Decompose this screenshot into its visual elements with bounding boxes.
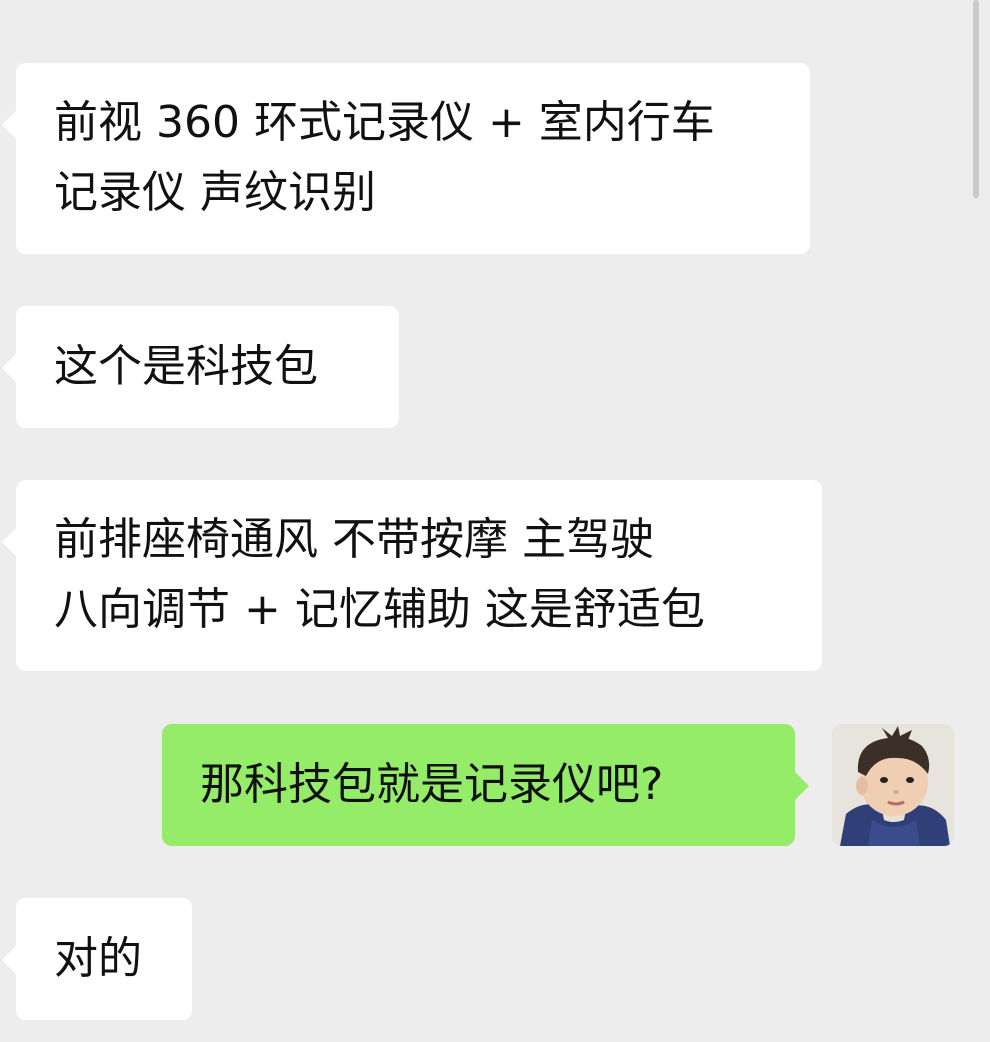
- incoming-message-bubble[interactable]: 对的: [2, 898, 192, 1020]
- chat-scrollbar[interactable]: [973, 0, 979, 198]
- bubble-tail: [2, 946, 16, 974]
- message-line: 前视 360 环式记录仪 + 室内行车: [54, 97, 715, 148]
- message-line: 八向调节 + 记忆辅助 这是舒适包: [54, 584, 705, 635]
- user-avatar[interactable]: [832, 724, 954, 846]
- outgoing-message-bubble[interactable]: 那科技包就是记录仪吧?: [162, 724, 809, 846]
- avatar-photo-icon: [832, 724, 954, 846]
- message-line: 对的: [54, 933, 142, 984]
- incoming-message-bubble[interactable]: 这个是科技包: [2, 306, 399, 428]
- bubble-tail: [2, 528, 16, 556]
- bubble-tail: [2, 354, 16, 382]
- incoming-message-bubble[interactable]: 前视 360 环式记录仪 + 室内行车 记录仪 声纹识别: [2, 63, 810, 254]
- message-line: 这个是科技包: [54, 341, 318, 392]
- message-line: 记录仪 声纹识别: [54, 167, 376, 218]
- bubble-tail: [2, 111, 16, 139]
- message-line: 前排座椅通风 不带按摩 主驾驶: [54, 514, 654, 565]
- message-line: 那科技包就是记录仪吧?: [200, 759, 664, 810]
- bubble-tail: [795, 772, 809, 800]
- incoming-message-bubble[interactable]: 前排座椅通风 不带按摩 主驾驶 八向调节 + 记忆辅助 这是舒适包: [2, 480, 822, 671]
